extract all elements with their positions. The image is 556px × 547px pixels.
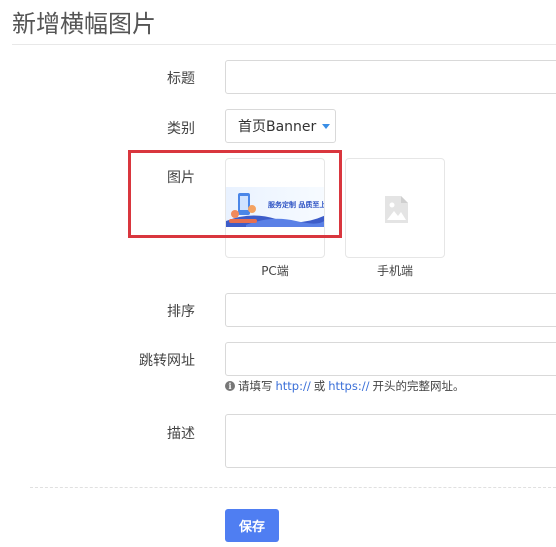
page-title: 新增横幅图片: [12, 10, 156, 38]
highlight-outline: [128, 150, 342, 238]
caret-down-icon: [322, 123, 331, 129]
title-input[interactable]: [225, 60, 556, 94]
title-label: 标题: [167, 71, 195, 87]
info-icon: i: [225, 381, 235, 391]
url-input[interactable]: [225, 342, 556, 376]
mobile-caption: 手机端: [376, 264, 413, 278]
image-placeholder-icon: [385, 196, 408, 223]
hint-https: https://: [328, 379, 370, 393]
save-button[interactable]: 保存: [225, 509, 279, 542]
form-divider: [30, 487, 556, 488]
hint-prefix: 请填写: [238, 379, 273, 393]
title-divider: [12, 44, 556, 45]
pc-caption: PC端: [261, 264, 289, 278]
mobile-image-upload[interactable]: [345, 158, 445, 258]
hint-or: 或: [313, 379, 326, 393]
url-hint: i 请填写 http:// 或 https:// 开头的完整网址。: [225, 378, 464, 394]
category-label: 类别: [167, 121, 195, 137]
desc-textarea[interactable]: [225, 414, 556, 468]
category-select[interactable]: 首页Banner: [225, 109, 336, 143]
desc-label: 描述: [167, 426, 195, 442]
sort-input[interactable]: [225, 293, 556, 327]
sort-label: 排序: [167, 304, 195, 320]
category-select-value: 首页Banner: [238, 119, 317, 135]
hint-suffix: 开头的完整网址。: [372, 379, 465, 393]
hint-http: http://: [275, 379, 311, 393]
url-label: 跳转网址: [139, 353, 195, 369]
